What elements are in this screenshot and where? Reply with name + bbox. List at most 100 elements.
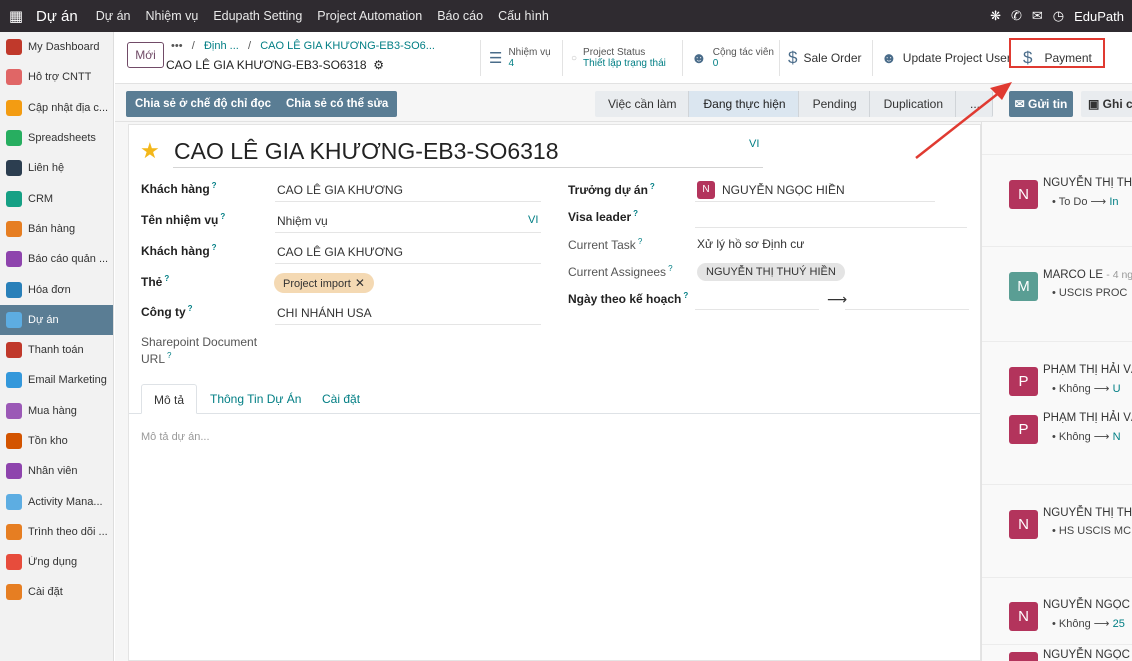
sidebar-item[interactable]: Dự án	[0, 304, 113, 335]
project-status-button[interactable]: ○ Project Status Thiết lập trạng thái	[562, 40, 682, 76]
sidebar-item[interactable]: Nhân viên	[0, 456, 113, 486]
message-author[interactable]: NGUYỄN THỊ THU	[1043, 177, 1132, 189]
task-name-label: Tên nhiệm vụ?	[141, 212, 226, 227]
sidebar-item[interactable]: Trình theo dõi ...	[0, 517, 113, 547]
stage-duplication[interactable]: Duplication	[869, 91, 956, 117]
gear-icon[interactable]: ⚙	[370, 58, 384, 72]
assignee-tag[interactable]: NGUYỄN THỊ THUÝ HIỀN	[697, 263, 845, 281]
message-author[interactable]: PHẠM THỊ HẢI VÂ	[1043, 412, 1132, 424]
app-brand[interactable]: Dự án	[36, 8, 78, 25]
sidebar-item[interactable]: Hóa đơn	[0, 274, 113, 304]
menu-cau-hinh[interactable]: Cấu hình	[498, 9, 549, 23]
sidebar-item-label: Dự án	[28, 313, 59, 326]
description-editor[interactable]: Mô tả dự án...	[141, 431, 210, 443]
tab-cai-dat[interactable]: Cài đặt	[310, 384, 372, 414]
menu-du-an[interactable]: Dự án	[96, 9, 131, 23]
menu-bao-cao[interactable]: Báo cáo	[437, 9, 483, 23]
breadcrumb-record[interactable]: CAO LÊ GIA KHƯƠNG-EB3-SO6...	[260, 40, 435, 52]
collaborators-stat-button[interactable]: ☻ Cộng tác viên 0	[682, 40, 774, 76]
share-editable-button[interactable]: Chia sẻ có thể sửa	[277, 91, 398, 117]
company-field[interactable]: CHI NHÁNH USA	[277, 306, 372, 320]
message-separator	[982, 577, 1132, 578]
app-icon	[6, 160, 22, 177]
sidebar-item[interactable]: CRM	[0, 183, 113, 213]
share-readonly-button[interactable]: Chia sẻ ở chế độ chỉ đọc	[126, 91, 280, 117]
planned-date-start[interactable]	[695, 309, 819, 310]
stage-viec-can-lam[interactable]: Việc cần làm	[595, 91, 690, 117]
task-name-input[interactable]: Nhiệm vụ	[277, 214, 328, 228]
project-name-input[interactable]: CAO LÊ GIA KHƯƠNG-EB3-SO6318	[174, 138, 559, 165]
company-label: Công ty?	[141, 304, 193, 319]
sale-order-button[interactable]: $ Sale Order	[779, 40, 862, 76]
log-note-button[interactable]: ▣ Ghi ch	[1081, 91, 1132, 117]
send-message-button[interactable]: ✉ Gửi tin	[1009, 91, 1073, 117]
visa-leader-field[interactable]	[695, 227, 967, 228]
user-menu[interactable]: EduPath	[1074, 9, 1124, 24]
stage-dang-thuc-hien[interactable]: Đang thực hiện	[689, 91, 799, 117]
sharepoint-label: Sharepoint Document	[141, 335, 258, 349]
message-avatar[interactable]: M	[1009, 272, 1038, 301]
new-button[interactable]: Mới	[127, 42, 164, 68]
message-avatar[interactable]: N	[1009, 180, 1038, 209]
clock-icon[interactable]: ◷	[1053, 8, 1064, 24]
task-name-lang-button[interactable]: VI	[528, 214, 538, 226]
stage-more[interactable]: ...	[956, 91, 994, 117]
project-manager-field[interactable]: NGUYỄN NGỌC HIỀN	[722, 183, 845, 197]
app-icon	[6, 523, 22, 540]
menu-project-automation[interactable]: Project Automation	[317, 9, 422, 23]
message-avatar[interactable]: N	[1009, 652, 1038, 661]
menu-nhiem-vu[interactable]: Nhiệm vụ	[146, 9, 199, 23]
stage-pending[interactable]: Pending	[798, 91, 870, 117]
tag-remove-icon[interactable]: ✕	[355, 276, 365, 290]
message-author[interactable]: NGUYỄN THỊ THU	[1043, 507, 1132, 519]
app-icon	[6, 99, 22, 116]
sidebar-item[interactable]: Tồn kho	[0, 426, 113, 456]
sidebar-item[interactable]: Liên hệ	[0, 153, 113, 183]
sidebar-item-label: Tồn kho	[28, 435, 68, 447]
message-author[interactable]: NGUYỄN NGỌC H	[1043, 599, 1132, 611]
breadcrumb-dots[interactable]: •••	[171, 40, 183, 52]
planned-date-end[interactable]	[845, 309, 969, 310]
dollar-icon: $	[788, 48, 798, 67]
sidebar-item[interactable]: Email Marketing	[0, 365, 113, 395]
message-avatar[interactable]: P	[1009, 367, 1038, 396]
sidebar-item[interactable]: Cài đặt	[0, 577, 113, 607]
tab-mo-ta[interactable]: Mô tả	[141, 384, 198, 414]
sidebar-item[interactable]: Mua hàng	[0, 396, 113, 426]
manager-avatar: N	[697, 181, 715, 199]
breadcrumb-parent[interactable]: Định ...	[204, 40, 239, 52]
message-author[interactable]: MARCO LE - 4 ng	[1043, 269, 1132, 281]
star-icon[interactable]: ★	[140, 138, 160, 164]
bug-icon[interactable]: ❋	[990, 8, 1001, 24]
message-avatar[interactable]: N	[1009, 602, 1038, 631]
message-tracking-line: • USCIS PROC	[1052, 287, 1128, 299]
name-lang-button[interactable]: VI	[749, 138, 759, 150]
sidebar-item[interactable]: Thanh toán	[0, 335, 113, 365]
customer-field-2[interactable]: CAO LÊ GIA KHƯƠNG	[277, 245, 403, 259]
sidebar-item-label: My Dashboard	[28, 41, 100, 54]
message-avatar[interactable]: P	[1009, 415, 1038, 444]
tasks-stat-button[interactable]: ☰ Nhiệm vụ 4	[480, 40, 551, 76]
message-author[interactable]: PHẠM THỊ HẢI VÂ	[1043, 364, 1132, 376]
sidebar-item[interactable]: Spreadsheets	[0, 123, 113, 153]
sidebar-item[interactable]: My Dashboard	[0, 32, 113, 62]
customer-field[interactable]: CAO LÊ GIA KHƯƠNG	[277, 183, 403, 197]
menu-edupath-setting[interactable]: Edupath Setting	[213, 9, 302, 23]
update-project-user-button[interactable]: ☻ Update Project User	[872, 40, 1011, 76]
sidebar-item[interactable]: Hỗ trợ CNTT	[0, 62, 113, 92]
sidebar-item[interactable]: Báo cáo quản ...	[0, 244, 113, 274]
chat-icon[interactable]: ✉	[1032, 8, 1043, 24]
apps-grid-icon[interactable]: ▦	[0, 7, 32, 25]
app-icon	[6, 372, 22, 389]
arrow-right-icon: ⟶	[1090, 383, 1113, 395]
tag-project-import[interactable]: Project import ✕	[274, 273, 374, 293]
sidebar-item[interactable]: Cập nhật địa c...	[0, 93, 113, 123]
sidebar-item[interactable]: Bán hàng	[0, 214, 113, 244]
sidebar-item[interactable]: Activity Mana...	[0, 486, 113, 516]
sidebar-item[interactable]: Ứng dụng	[0, 547, 113, 577]
tab-thong-tin-du-an[interactable]: Thông Tin Dự Án	[198, 384, 313, 414]
phone-icon[interactable]: ✆	[1011, 8, 1022, 24]
message-avatar[interactable]: N	[1009, 510, 1038, 539]
app-icon	[6, 281, 22, 298]
message-author[interactable]: NGUYỄN NGỌC H	[1043, 649, 1132, 661]
